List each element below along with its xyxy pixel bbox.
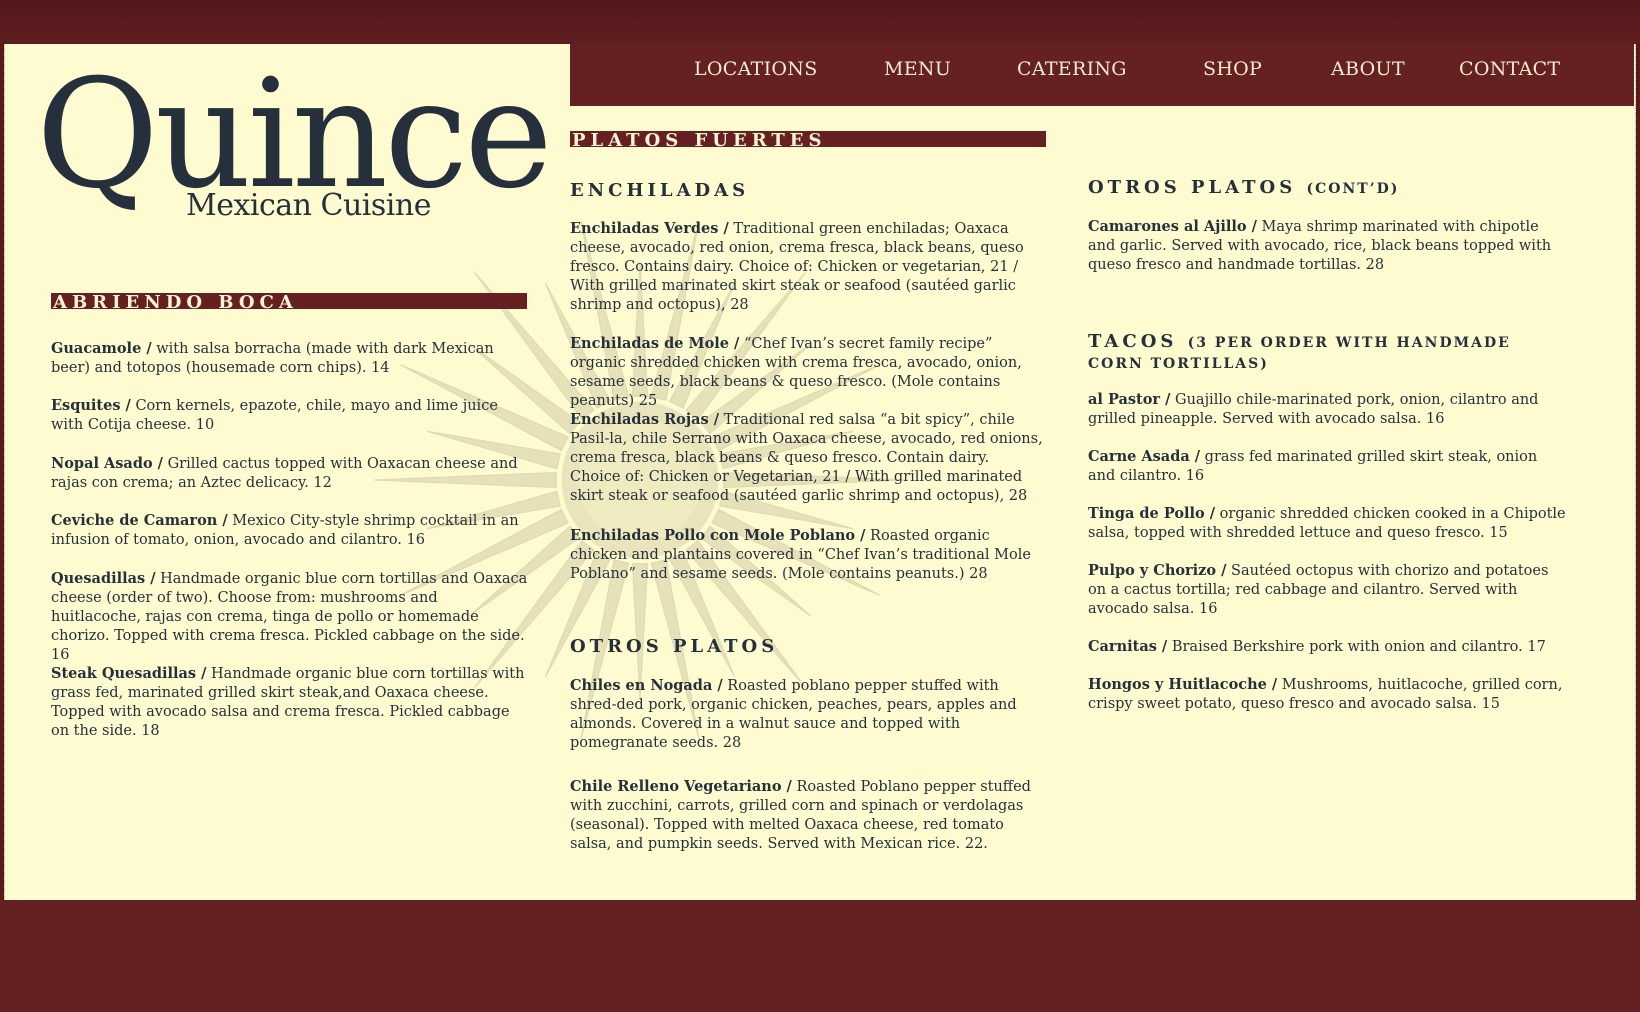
item-name: Chile Relleno Vegetariano / [570,778,792,795]
item-name: Esquites / [51,397,131,414]
item-name: Guacamole / [51,340,152,357]
item-name: Enchiladas Rojas / [570,411,719,428]
menu-item: Carnitas / Braised Berkshire pork with o… [1088,637,1568,657]
item-name: Carnitas / [1088,638,1168,655]
menu-item: Quesadillas / Handmade organic blue corn… [51,569,531,665]
item-name: Ceviche de Camaron / [51,512,228,529]
nav-catering[interactable]: CATERING [1017,58,1127,80]
menu-item: al Pastor / Guajillo chile-marinated por… [1088,390,1568,429]
heading-main: TACOS [1088,331,1178,352]
menu-item: Tinga de Pollo / organic shredded chicke… [1088,504,1568,543]
menu-item: Nopal Asado / Grilled cactus topped with… [51,454,531,493]
menu-item: Guacamole / with salsa borracha (made wi… [51,339,531,378]
menu-item: Enchiladas Pollo con Mole Poblano / Roas… [570,526,1044,584]
quince-logo[interactable]: Quince Mexican Cuisine [36,60,553,240]
menu-item: Carne Asada / grass fed marinated grille… [1088,447,1568,486]
menu-item: Chiles en Nogada / Roasted poblano peppe… [570,676,1044,753]
logo-tagline: Mexican Cuisine [186,188,431,223]
item-name: Chiles en Nogada / [570,677,723,694]
item-name: Carne Asada / [1088,448,1201,465]
main-nav: LOCATIONS MENU CATERING SHOP ABOUT CONTA… [570,44,1634,106]
heading-otros-cont: OTROS PLATOS (CONT’D) [1088,177,1568,198]
heading-enchiladas: ENCHILADAS [570,180,750,201]
menu-item: Hongos y Huitlacoche / Mushrooms, huitla… [1088,675,1568,714]
top-banner [0,0,1640,44]
section-title-abriendo: ABRIENDO BOCA [51,293,527,313]
menu-item: Ceviche de Camaron / Mexico City-style s… [51,511,531,550]
item-name: Tinga de Pollo / [1088,505,1216,522]
menu-item: Steak Quesadillas / Handmade organic blu… [51,664,531,741]
item-name: Hongos y Huitlacoche / [1088,676,1278,693]
item-name: Steak Quesadillas / [51,665,207,682]
item-name: Enchiladas de Mole / [570,335,740,352]
nav-locations[interactable]: LOCATIONS [694,58,818,80]
section-title-platos: PLATOS FUERTES [570,131,1046,151]
menu-item: Pulpo y Chorizo / Sautéed octopus with c… [1088,561,1568,619]
heading-otros-platos: OTROS PLATOS [570,636,779,657]
item-name: Pulpo y Chorizo / [1088,562,1227,579]
menu-item: Enchiladas Verdes / Traditional green en… [570,219,1044,315]
item-name: Camarones al Ajillo / [1088,218,1257,235]
bottom-banner [0,900,1640,1012]
menu-item: Esquites / Corn kernels, epazote, chile,… [51,396,531,435]
item-name: Nopal Asado / [51,455,163,472]
item-name: al Pastor / [1088,391,1171,408]
item-name: Enchiladas Verdes / [570,220,729,237]
item-desc: Braised Berkshire pork with onion and ci… [1167,639,1546,655]
nav-about[interactable]: ABOUT [1331,58,1405,80]
menu-item: Enchiladas de Mole / “Chef Ivan’s secret… [570,334,1044,411]
heading-main: OTROS PLATOS [1088,177,1297,198]
item-name: Quesadillas / [51,570,156,587]
menu-item: Enchiladas Rojas / Traditional red salsa… [570,410,1044,506]
nav-contact[interactable]: CONTACT [1459,58,1560,80]
menu-item: Camarones al Ajillo / Maya shrimp marina… [1088,217,1568,275]
heading-sub: (CONT’D) [1306,181,1400,197]
heading-tacos: TACOS (3 PER ORDER WITH HANDMADE CORN TO… [1088,332,1568,374]
nav-shop[interactable]: SHOP [1203,58,1262,80]
nav-menu[interactable]: MENU [884,58,951,80]
item-name: Enchiladas Pollo con Mole Poblano / [570,527,866,544]
menu-item: Chile Relleno Vegetariano / Roasted Pobl… [570,777,1044,854]
